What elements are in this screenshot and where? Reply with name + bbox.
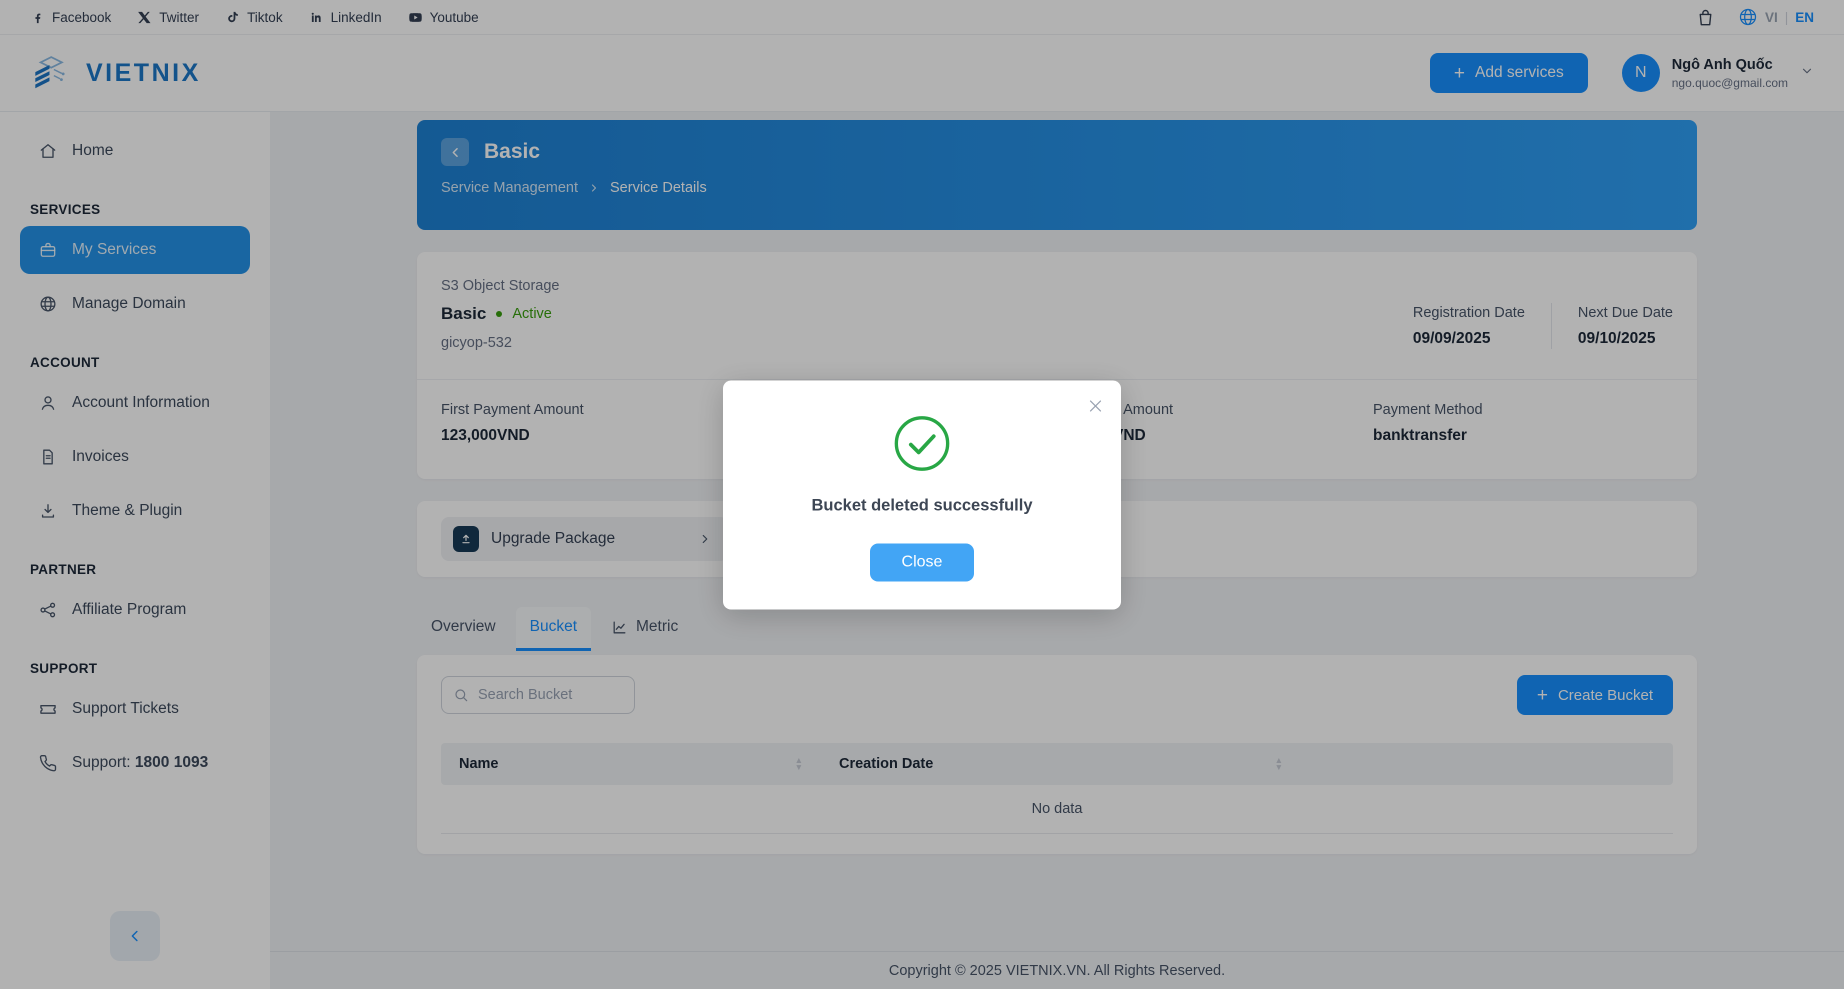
modal-close-button[interactable] (1079, 390, 1111, 422)
modal-message: Bucket deleted successfully (755, 496, 1089, 515)
modal-close-action-button[interactable]: Close (870, 543, 974, 581)
close-icon (1087, 398, 1104, 415)
success-modal: Bucket deleted successfully Close (723, 380, 1121, 609)
success-check-icon (755, 414, 1089, 472)
